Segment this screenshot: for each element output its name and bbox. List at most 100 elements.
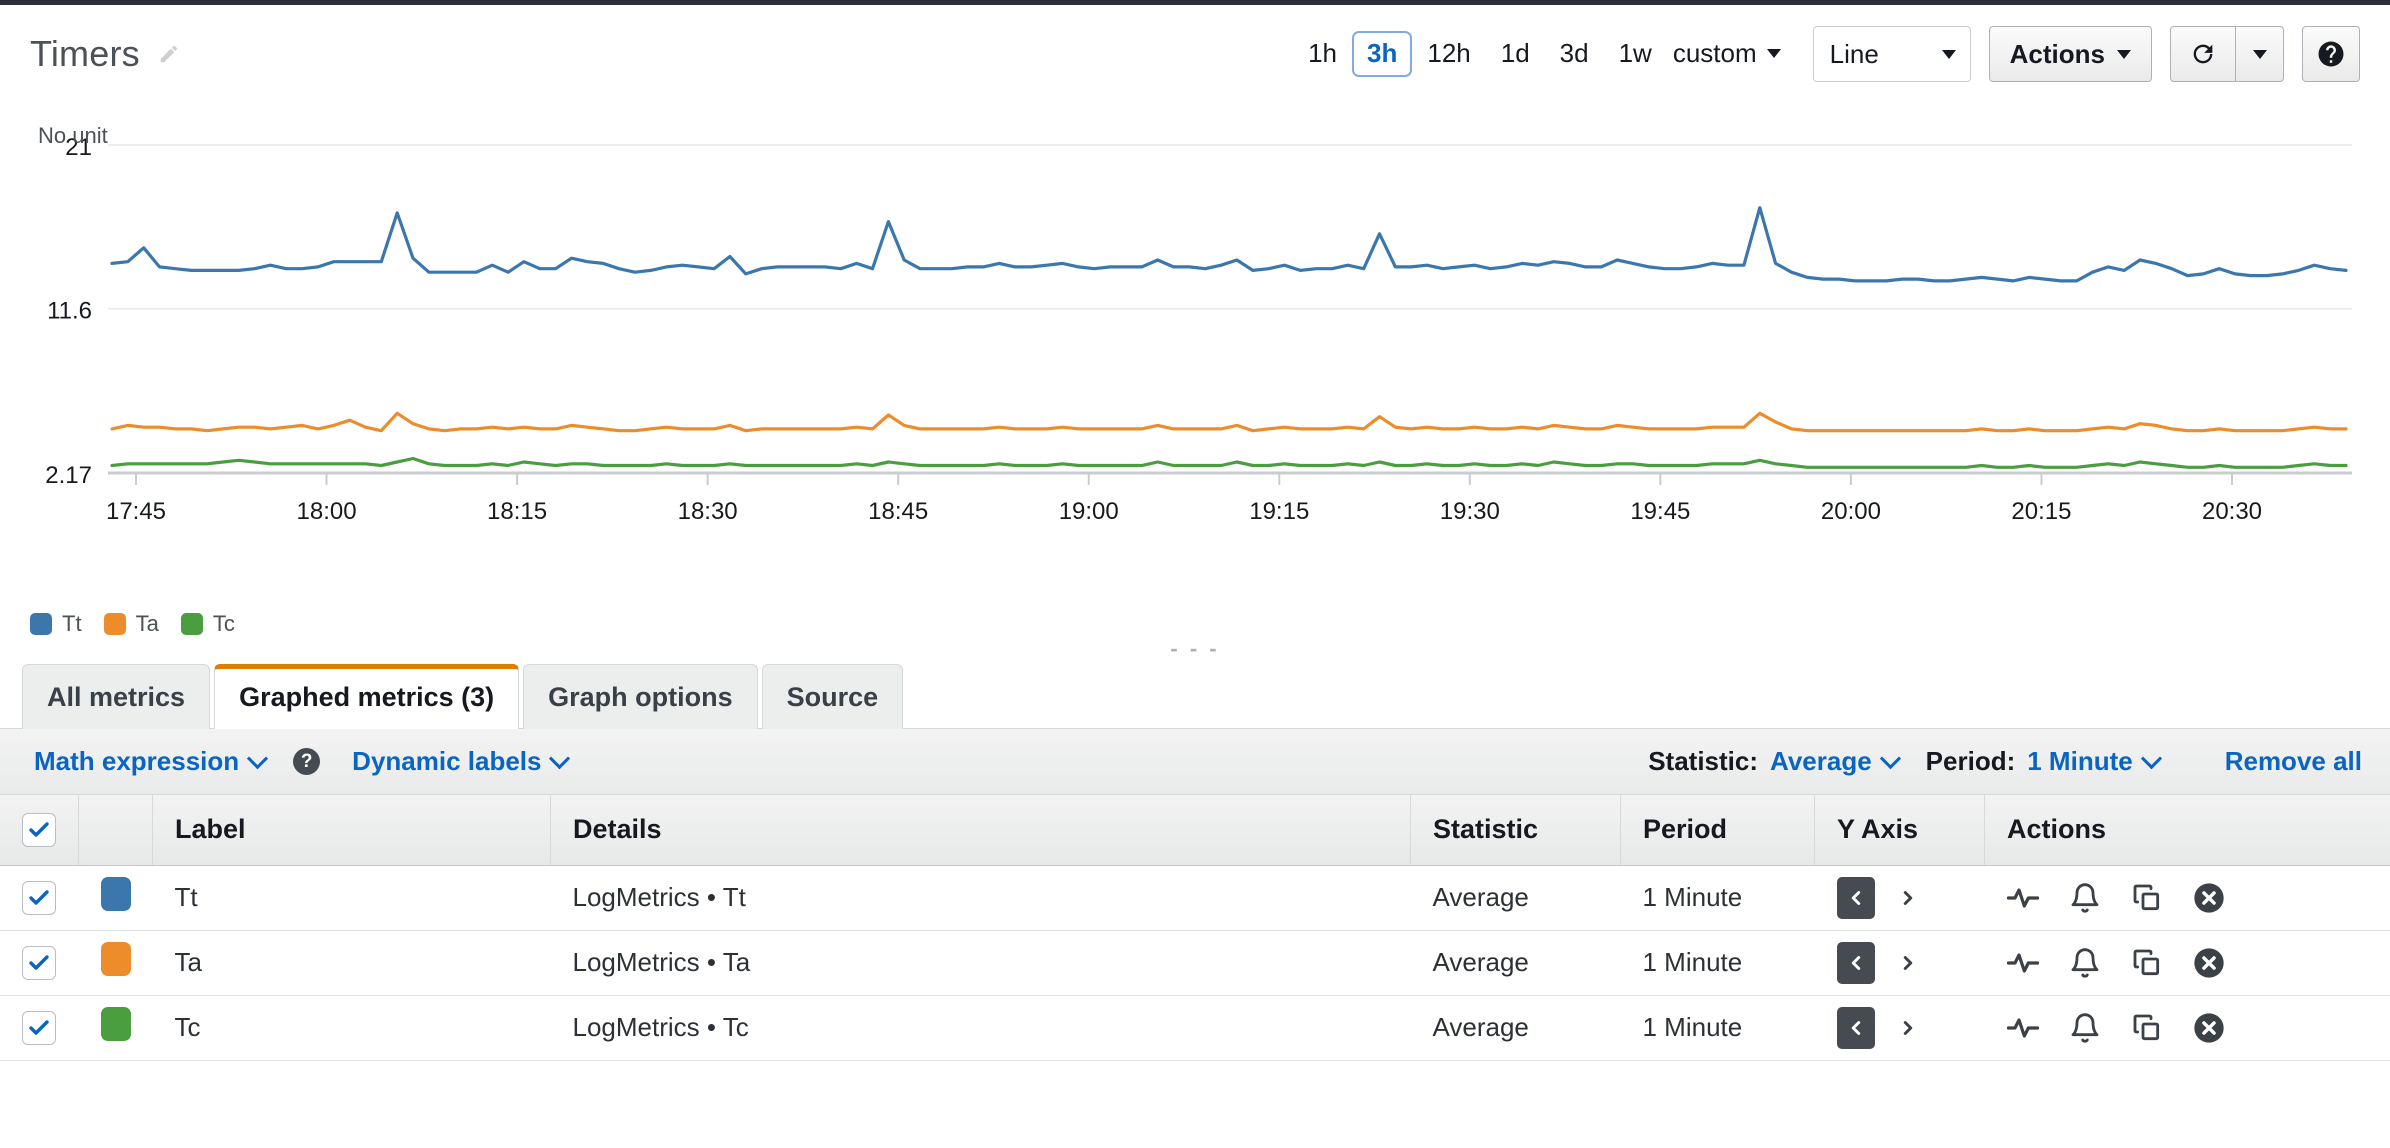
yaxis-left-button[interactable] [1837,942,1875,984]
row-checkbox[interactable] [22,881,56,915]
legend-item-ta[interactable]: Ta [104,611,159,637]
actions-button-label: Actions [2010,39,2105,70]
refresh-dropdown-button[interactable] [2236,26,2284,82]
row-statistic[interactable]: Average [1411,930,1621,995]
view-graph-icon[interactable] [2007,882,2039,914]
legend-swatch-tc [181,613,203,635]
table-row[interactable]: TtLogMetrics • TtAverage1 Minute [0,865,2390,930]
remove-icon[interactable] [2193,1012,2225,1044]
svg-text:18:30: 18:30 [678,498,738,525]
row-color-cell [79,995,153,1060]
row-period[interactable]: 1 Minute [1621,995,1815,1060]
yaxis-toggle [1837,942,1963,984]
actions-button[interactable]: Actions [1989,26,2152,82]
chart-unit-label: No unit [38,123,108,149]
remove-icon[interactable] [2193,947,2225,979]
table-header-details: Details [551,795,1411,865]
tab-all-metrics[interactable]: All metrics [22,664,210,729]
select-all-checkbox[interactable] [22,813,56,847]
panel-resize-handle[interactable]: - - - [1170,636,1219,662]
create-alarm-bell-icon[interactable] [2069,1012,2101,1044]
tab-graphed-metrics[interactable]: Graphed metrics (3) [214,664,519,729]
remove-icon[interactable] [2193,882,2225,914]
duplicate-icon[interactable] [2131,1012,2163,1044]
range-custom[interactable]: custom [1667,32,1787,75]
chevron-left-icon [1845,887,1867,909]
row-period[interactable]: 1 Minute [1621,930,1815,995]
row-actions [2007,882,2369,914]
table-row[interactable]: TcLogMetrics • TcAverage1 Minute [0,995,2390,1060]
graph-type-select[interactable]: Line [1813,26,1971,82]
statistic-dropdown[interactable]: Average [1770,746,1898,777]
math-expression-label: Math expression [34,746,239,777]
math-expression-help-icon[interactable]: ? [293,748,320,775]
row-color-cell [79,930,153,995]
table-row[interactable]: TaLogMetrics • TaAverage1 Minute [0,930,2390,995]
range-3d[interactable]: 3d [1545,31,1604,77]
row-label[interactable]: Tt [153,865,551,930]
math-expression-dropdown[interactable]: Math expression [34,746,265,777]
create-alarm-bell-icon[interactable] [2069,882,2101,914]
view-graph-icon[interactable] [2007,947,2039,979]
series-color-swatch[interactable] [101,877,131,911]
yaxis-left-button[interactable] [1837,1007,1875,1049]
row-checkbox[interactable] [22,1011,56,1045]
period-dropdown[interactable]: 1 Minute [2027,746,2158,777]
row-yaxis-cell [1815,865,1985,930]
tab-graph-options[interactable]: Graph options [523,664,758,729]
row-checkbox[interactable] [22,946,56,980]
create-alarm-bell-icon[interactable] [2069,947,2101,979]
yaxis-toggle [1837,1007,1963,1049]
range-1w[interactable]: 1w [1604,31,1667,77]
period-label: Period: [1926,746,2016,777]
duplicate-icon[interactable] [2131,882,2163,914]
statistic-label: Statistic: [1648,746,1758,777]
refresh-button[interactable] [2170,26,2236,82]
legend-label-ta: Ta [136,611,159,637]
remove-all-button[interactable]: Remove all [2225,746,2362,777]
row-label[interactable]: Tc [153,995,551,1060]
row-actions [2007,947,2369,979]
legend-item-tt[interactable]: Tt [30,611,82,637]
chevron-down-icon [1880,748,1901,769]
row-statistic[interactable]: Average [1411,865,1621,930]
row-statistic[interactable]: Average [1411,995,1621,1060]
yaxis-left-button[interactable] [1837,877,1875,919]
svg-text:19:45: 19:45 [1630,498,1690,525]
range-1d[interactable]: 1d [1486,31,1545,77]
yaxis-right-button[interactable] [1889,877,1927,919]
table-header-label: Label [153,795,551,865]
svg-text:17:45: 17:45 [106,498,166,525]
table-header-statistic: Statistic [1411,795,1621,865]
range-1h[interactable]: 1h [1293,31,1352,77]
series-color-swatch[interactable] [101,1007,131,1041]
chevron-down-icon [1767,49,1781,58]
dynamic-labels-dropdown[interactable]: Dynamic labels [352,746,567,777]
range-custom-label: custom [1673,38,1757,69]
chevron-down-icon [247,748,268,769]
chart-container: No unit 2111.62.1717:4518:0018:1518:3018… [0,103,2390,603]
legend-item-tc[interactable]: Tc [181,611,235,637]
table-header-yaxis: Y Axis [1815,795,1985,865]
chevron-down-icon [2141,748,2162,769]
yaxis-right-button[interactable] [1889,942,1927,984]
row-period[interactable]: 1 Minute [1621,865,1815,930]
svg-text:19:00: 19:00 [1059,498,1119,525]
svg-text:11.6: 11.6 [47,298,92,325]
legend-label-tt: Tt [62,611,82,637]
view-graph-icon[interactable] [2007,1012,2039,1044]
tab-source[interactable]: Source [762,664,904,729]
svg-text:20:30: 20:30 [2202,498,2262,525]
help-button[interactable] [2302,26,2360,82]
pencil-icon[interactable] [158,43,180,65]
table-header-color [79,795,153,865]
range-12h[interactable]: 12h [1412,31,1485,77]
duplicate-icon[interactable] [2131,947,2163,979]
legend-label-tc: Tc [213,611,235,637]
svg-text:19:15: 19:15 [1249,498,1309,525]
metrics-line-chart[interactable]: 2111.62.1717:4518:0018:1518:3018:4519:00… [30,103,2360,573]
row-label[interactable]: Ta [153,930,551,995]
range-3h[interactable]: 3h [1352,31,1412,77]
yaxis-right-button[interactable] [1889,1007,1927,1049]
series-color-swatch[interactable] [101,942,131,976]
